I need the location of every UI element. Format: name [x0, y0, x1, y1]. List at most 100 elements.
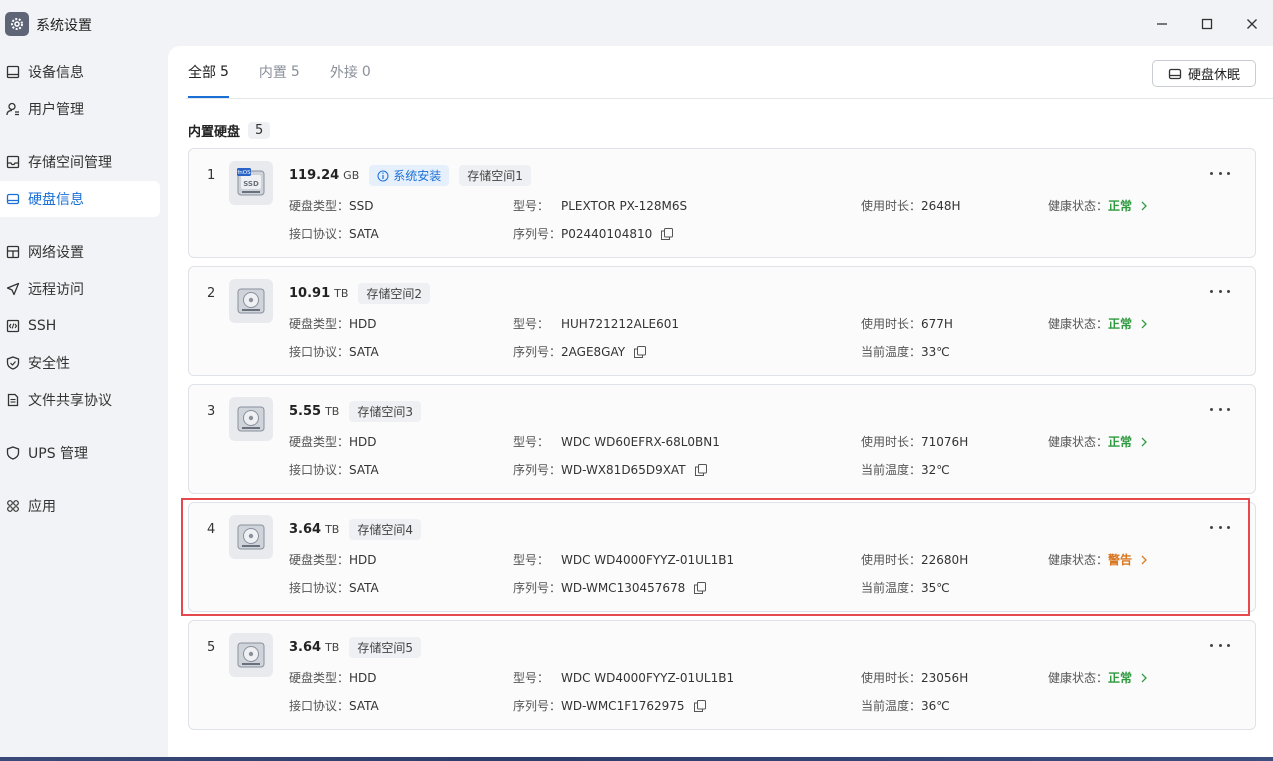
- disk-card[interactable]: 1 fnOS SSD 119.24 GB 系统安装 存储空间1 硬盘类型： SS…: [188, 148, 1256, 258]
- disk-card[interactable]: 3 5.55 TB 存储空间3 硬盘类型： HDD 接口协议： SATA 型号： WD…: [188, 384, 1256, 494]
- sidebar-item-remote-access[interactable]: 远程访问: [0, 271, 160, 307]
- apps-icon: [5, 498, 21, 514]
- sidebar-item-file-sharing[interactable]: 文件共享协议: [0, 382, 160, 418]
- tabs-divider: [186, 98, 1273, 99]
- ssd-badge-text: fnOS: [237, 170, 251, 176]
- model-field: 型号： WDC WD60EFRX-68L0BN1: [513, 433, 720, 450]
- disk-index: 2: [207, 286, 216, 301]
- field-value: HDD: [349, 552, 377, 567]
- protocol-field: 接口协议： SATA: [289, 461, 379, 478]
- disk-index: 4: [207, 522, 216, 537]
- field-value: SATA: [349, 698, 379, 713]
- copy-icon[interactable]: [693, 699, 706, 712]
- more-options-button[interactable]: [1210, 285, 1230, 297]
- sidebar-item-ups[interactable]: UPS 管理: [0, 435, 160, 471]
- copy-icon[interactable]: [661, 227, 674, 240]
- field-label: 硬盘类型：: [289, 435, 350, 449]
- tab-label: 全部: [188, 65, 216, 81]
- minimize-button[interactable]: [1149, 11, 1175, 37]
- more-options-button[interactable]: [1210, 639, 1230, 651]
- disk-capacity: 3.64 TB 存储空间5: [289, 637, 421, 658]
- tab-all[interactable]: 全部 5: [188, 46, 229, 98]
- health-status[interactable]: 健康状态： 警告: [1048, 551, 1148, 568]
- health-status[interactable]: 健康状态： 正常: [1048, 669, 1148, 686]
- hdd-icon: [229, 515, 273, 559]
- sidebar-item-label: 安全性: [28, 356, 70, 372]
- field-label: 使用时长：: [861, 435, 922, 449]
- disk-card[interactable]: 4 3.64 TB 存储空间4 硬盘类型： HDD 接口协议： SATA 型号： WD…: [188, 502, 1256, 612]
- field-label: 使用时长：: [861, 553, 922, 567]
- section-count-badge: 5: [248, 122, 271, 139]
- sidebar-item-disk-info[interactable]: 硬盘信息: [0, 181, 160, 217]
- disk-sleep-button[interactable]: 硬盘休眠: [1152, 60, 1256, 87]
- field-value: WD-WMC1F1762975: [561, 698, 685, 713]
- health-status[interactable]: 健康状态： 正常: [1048, 315, 1148, 332]
- tab-internal[interactable]: 内置 5: [259, 46, 300, 98]
- field-value: WDC WD60EFRX-68L0BN1: [561, 434, 720, 449]
- chevron-right-icon: [1140, 201, 1148, 211]
- copy-icon[interactable]: [694, 581, 707, 594]
- maximize-button[interactable]: [1194, 11, 1220, 37]
- field-label: 序列号：: [513, 581, 562, 595]
- hdd-icon: [229, 397, 273, 441]
- field-value: 677H: [921, 316, 953, 331]
- field-value: P02440104810: [561, 226, 653, 241]
- capacity-value: 5.55: [289, 404, 322, 419]
- field-label: 健康状态：: [1048, 553, 1109, 567]
- disk-index: 1: [207, 168, 216, 183]
- disk-card[interactable]: 5 3.64 TB 存储空间5 硬盘类型： HDD 接口协议： SATA 型号： WD…: [188, 620, 1256, 730]
- temperature-field: 当前温度： 36℃: [861, 697, 950, 714]
- health-value: 正常: [1108, 199, 1133, 213]
- health-status[interactable]: 健康状态： 正常: [1048, 433, 1148, 450]
- sidebar-item-label: SSH: [28, 318, 57, 334]
- field-label: 型号：: [513, 435, 550, 449]
- health-value: 警告: [1108, 553, 1133, 567]
- health-value: 正常: [1108, 317, 1133, 331]
- copy-icon[interactable]: [634, 345, 647, 358]
- field-label: 接口协议：: [289, 581, 350, 595]
- close-button[interactable]: [1239, 11, 1265, 37]
- more-options-button[interactable]: [1210, 403, 1230, 415]
- title-bar: 系统设置: [0, 0, 1273, 46]
- field-label: 健康状态：: [1048, 671, 1109, 685]
- capacity-unit: TB: [325, 641, 340, 654]
- protocol-field: 接口协议： SATA: [289, 225, 379, 242]
- ssd-icon: fnOS SSD: [229, 161, 273, 205]
- copy-icon[interactable]: [694, 463, 707, 476]
- tab-external[interactable]: 外接 0: [330, 46, 371, 98]
- capacity-unit: TB: [325, 405, 340, 418]
- sidebar-item-storage[interactable]: 存储空间管理: [0, 144, 160, 180]
- more-options-button[interactable]: [1210, 167, 1230, 179]
- field-value: 2AGE8GAY: [561, 344, 626, 359]
- sidebar-item-network[interactable]: 网络设置: [0, 234, 160, 270]
- storage-pool-tag: 存储空间3: [349, 401, 421, 422]
- chevron-right-icon: [1140, 437, 1148, 447]
- field-value: HUH721212ALE601: [561, 316, 680, 331]
- sidebar-item-label: 存储空间管理: [28, 155, 112, 171]
- sidebar-item-users[interactable]: 用户管理: [0, 91, 160, 127]
- field-value: 32℃: [921, 462, 950, 477]
- more-options-button[interactable]: [1210, 521, 1230, 533]
- field-value: 36℃: [921, 698, 950, 713]
- disk-card[interactable]: 2 10.91 TB 存储空间2 硬盘类型： HDD 接口协议： SATA 型号： H…: [188, 266, 1256, 376]
- disk-icon: [5, 191, 21, 207]
- field-value: HDD: [349, 434, 377, 449]
- capacity-value: 119.24: [289, 168, 340, 183]
- sidebar-item-security[interactable]: 安全性: [0, 345, 160, 381]
- storage-pool-tag: 存储空间1: [459, 165, 531, 186]
- field-label: 型号：: [513, 553, 550, 567]
- usage-hours-field: 使用时长： 2648H: [861, 197, 961, 214]
- field-value: 2648H: [921, 198, 961, 213]
- model-field: 型号： WDC WD4000FYYZ-01UL1B1: [513, 551, 734, 568]
- sidebar-item-device-info[interactable]: 设备信息: [0, 54, 160, 90]
- disk-type-field: 硬盘类型： HDD: [289, 433, 377, 450]
- section-title-text: 内置硬盘: [188, 125, 241, 140]
- health-status[interactable]: 健康状态： 正常: [1048, 197, 1148, 214]
- field-value: WD-WX81D65D9XAT: [561, 462, 686, 477]
- document-icon: [5, 392, 21, 408]
- sidebar-item-ssh[interactable]: SSH: [0, 308, 160, 344]
- settings-window: 系统设置 设备信息 用户管理 存储空间管理 硬盘信息 网络设置 远程访问 SSH…: [0, 0, 1273, 757]
- field-value: SATA: [349, 344, 379, 359]
- capacity-value: 3.64: [289, 522, 322, 537]
- sidebar-item-apps[interactable]: 应用: [0, 488, 160, 524]
